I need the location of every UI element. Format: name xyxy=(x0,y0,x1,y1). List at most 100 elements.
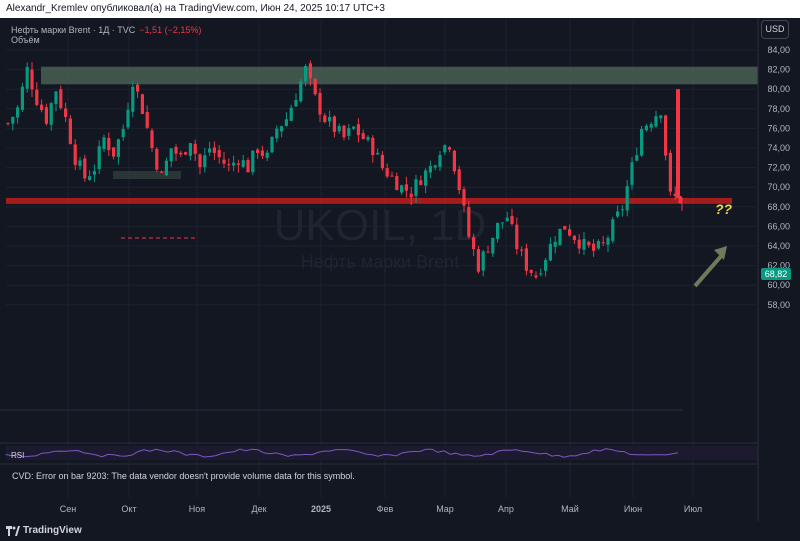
candle-body xyxy=(83,158,87,179)
y-tick-label: 66,00 xyxy=(767,221,790,231)
candle-body xyxy=(217,150,221,158)
y-tick-label: 82,00 xyxy=(767,65,790,75)
price-chart[interactable]: 84,00 82,00 80,00 78,00 76,00 74,00 72,00 70,00… xyxy=(0,18,800,521)
candle-body xyxy=(640,128,644,156)
candle-body xyxy=(592,243,596,251)
candle-body xyxy=(308,63,312,79)
candle-body xyxy=(496,222,500,239)
symbol-label[interactable]: Нефть марки Brent · 1Д · TVC xyxy=(11,25,135,35)
candle-body xyxy=(227,164,231,166)
candle-body xyxy=(174,146,178,154)
candle-body xyxy=(596,241,600,249)
candle-body xyxy=(366,137,370,140)
candle-body xyxy=(419,180,423,185)
candle-body xyxy=(553,241,557,247)
candle-body xyxy=(452,150,456,172)
y-tick-label: 78,00 xyxy=(767,104,790,114)
candle-body xyxy=(68,118,72,144)
candle-body xyxy=(126,109,130,128)
candle-body xyxy=(44,107,48,124)
candle-body xyxy=(59,89,63,108)
candle-body xyxy=(611,219,615,241)
x-tick-label: Мар xyxy=(436,504,454,514)
last-candle xyxy=(676,89,680,198)
candle-body xyxy=(414,179,418,196)
candle-body xyxy=(169,148,173,162)
candle-body xyxy=(620,209,624,211)
y-tick-label: 68,00 xyxy=(767,202,790,212)
candle-body xyxy=(548,243,552,261)
candle-body xyxy=(328,116,332,122)
y-tick-label: 84,00 xyxy=(767,45,790,55)
x-tick-label: Июн xyxy=(624,504,642,514)
x-tick-label: Май xyxy=(561,504,579,514)
candle-body xyxy=(11,117,15,124)
candle-body xyxy=(630,162,634,185)
candle-body xyxy=(476,249,480,272)
candle-body xyxy=(424,170,428,186)
candle-body xyxy=(457,169,461,191)
watermark-name: Нефть марки Brent xyxy=(301,252,459,272)
candle-body xyxy=(299,81,303,102)
y-tick-label: 58,00 xyxy=(767,300,790,310)
candle-body xyxy=(78,160,82,166)
question-annotation: ?? xyxy=(715,201,733,217)
candle-body xyxy=(428,166,432,173)
candle-body xyxy=(385,168,389,177)
y-tick-label: 64,00 xyxy=(767,241,790,251)
candle-body xyxy=(371,137,375,156)
candle-body xyxy=(270,136,274,153)
mini-zone xyxy=(113,171,181,179)
candle-body xyxy=(265,152,269,158)
candle-body xyxy=(563,225,567,230)
candle-body xyxy=(136,84,140,92)
candle-body xyxy=(6,123,10,125)
candle-body xyxy=(275,128,279,139)
candle-body xyxy=(313,78,317,95)
candle-body xyxy=(150,130,154,149)
candle-body xyxy=(208,148,212,153)
candle-body xyxy=(544,259,548,271)
candle-body xyxy=(92,171,96,175)
candle-body xyxy=(376,152,380,155)
currency-button[interactable]: USD xyxy=(761,20,789,39)
candle-body xyxy=(472,237,476,250)
candle-body xyxy=(236,163,240,165)
x-tick-label: Дек xyxy=(251,504,266,514)
candle-body xyxy=(73,144,77,165)
candle-body xyxy=(659,115,663,119)
candle-body xyxy=(246,160,250,173)
candle-body xyxy=(260,150,264,156)
candle-body xyxy=(510,215,514,224)
candle-body xyxy=(515,224,519,250)
volume-label: Объём xyxy=(11,35,40,45)
candle-body xyxy=(438,154,442,167)
x-tick-label: Фев xyxy=(377,504,394,514)
candle-body xyxy=(635,155,639,161)
candle-body xyxy=(16,107,20,118)
candle-body xyxy=(97,146,101,170)
y-tick-label: 70,00 xyxy=(767,182,790,192)
candle-body xyxy=(25,66,29,89)
candle-body xyxy=(160,171,164,173)
candle-body xyxy=(606,237,610,245)
candle-body xyxy=(529,270,533,273)
candle-body xyxy=(505,217,509,222)
candle-body xyxy=(88,176,92,180)
candle-body xyxy=(568,229,572,236)
candle-body xyxy=(280,126,284,132)
candle-body xyxy=(448,147,452,150)
candle-body xyxy=(582,238,586,250)
candle-body xyxy=(395,176,399,191)
candle-body xyxy=(203,155,207,168)
resistance-zone xyxy=(41,66,758,85)
candle-body xyxy=(222,159,226,164)
candle-body xyxy=(107,137,111,151)
candle-body xyxy=(361,133,365,139)
candle-body xyxy=(318,92,322,115)
y-tick-label: 80,00 xyxy=(767,84,790,94)
candle-body xyxy=(467,207,471,237)
candle-body xyxy=(390,175,394,177)
candle-body xyxy=(524,248,528,271)
candle-body xyxy=(179,152,183,155)
